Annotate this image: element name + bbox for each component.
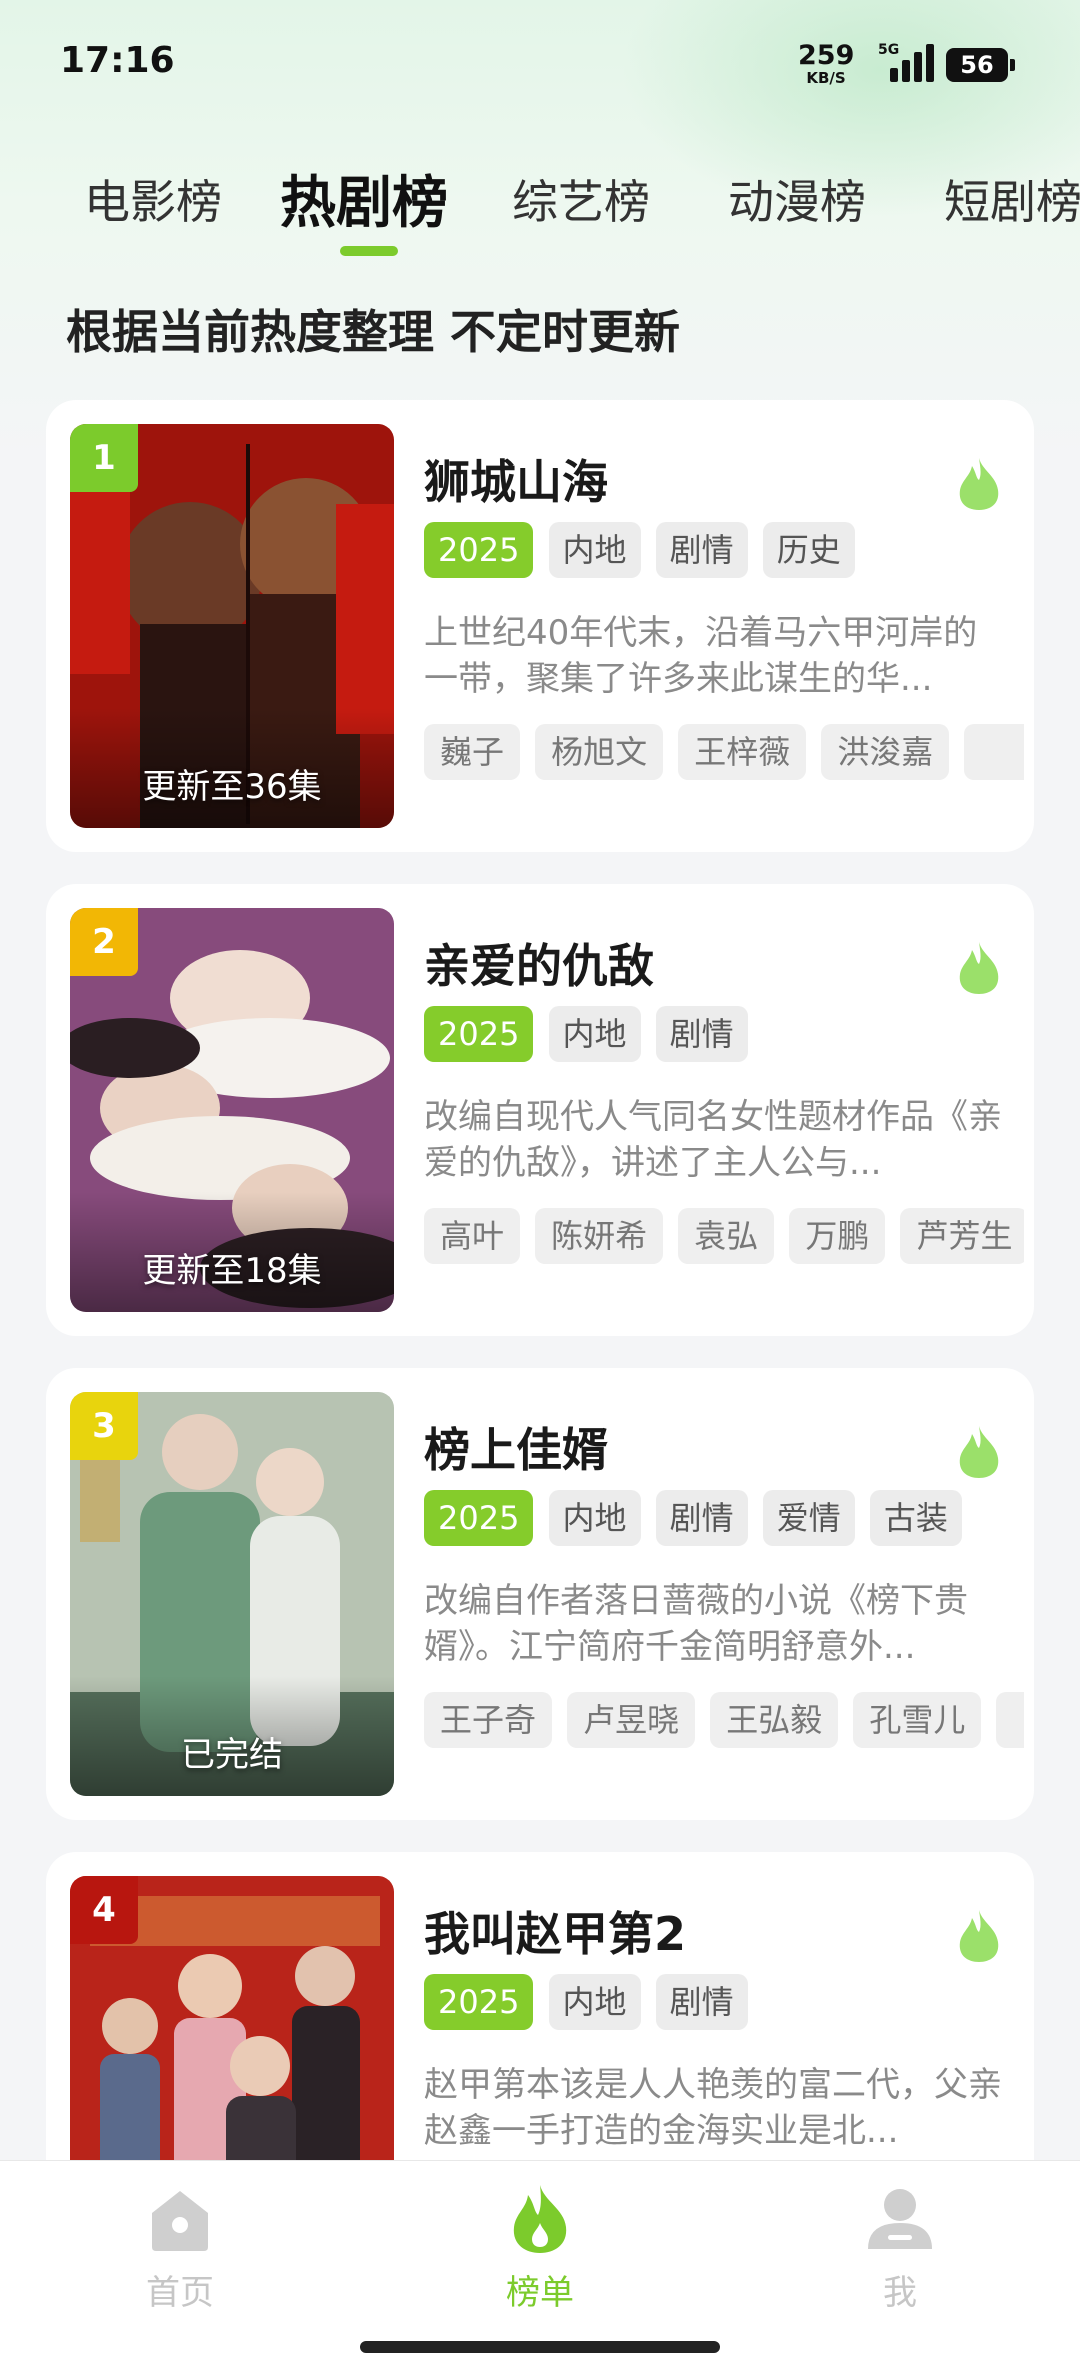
cast-member: 万鹏 — [789, 1208, 886, 1264]
genre-tag: 爱情 — [762, 1490, 855, 1546]
network-speed-value: 259 — [798, 40, 855, 71]
region-tag: 内地 — [548, 522, 641, 578]
cast-member: 孔雪儿 — [853, 1692, 982, 1748]
cast-member: 王子奇 — [424, 1692, 553, 1748]
cast-member: 杨旭文 — [535, 724, 664, 780]
genre-tag: 剧情 — [655, 522, 748, 578]
cast-member — [996, 1692, 1024, 1748]
drama-description: 上世纪40年代末，沿着马六甲河岸的一带，聚集了许多来此谋生的华... — [424, 613, 978, 699]
cast-member — [964, 724, 1024, 780]
nav-profile-label: 我 — [883, 2273, 917, 2313]
nav-rankings[interactable]: 榜单 — [450, 2183, 630, 2314]
region-tag: 内地 — [548, 1974, 641, 2030]
rank-badge: 2 — [70, 908, 138, 976]
nav-home[interactable]: 首页 — [90, 2183, 270, 2314]
cast-member: 卢昱晓 — [567, 1692, 696, 1748]
region-tag: 内地 — [548, 1006, 641, 1062]
drama-title[interactable]: 我叫赵甲第2 — [424, 1898, 686, 1964]
cast-member: 巍子 — [424, 724, 521, 780]
genre-tag: 历史 — [762, 522, 855, 578]
tab-movies[interactable]: 电影榜 — [84, 166, 222, 232]
cast-list: 巍子 杨旭文 王梓薇 洪浚嘉 — [424, 724, 1024, 780]
cast-member: 高叶 — [424, 1208, 521, 1264]
status-time: 17:16 — [60, 40, 175, 81]
year-tag: 2025 — [424, 1974, 534, 2030]
cast-member: 洪浚嘉 — [821, 724, 950, 780]
flame-icon — [959, 1426, 999, 1478]
user-icon — [868, 2189, 932, 2249]
ranking-card[interactable]: 3 已完结 榜上佳婿 2025 内地 剧情 爱情 古装 改编自作者落日蔷薇的小说… — [46, 1368, 1034, 1820]
episode-status: 已完结 — [181, 1735, 283, 1775]
network-type: 5G — [878, 42, 900, 58]
tab-short-drama[interactable]: 短剧榜 — [944, 166, 1080, 232]
network-speed-unit: KB/S — [806, 69, 846, 87]
tab-drama[interactable]: 热剧榜 — [280, 158, 448, 239]
year-tag: 2025 — [424, 1490, 534, 1546]
home-icon — [152, 2191, 208, 2251]
episode-status: 更新至36集 — [142, 767, 322, 807]
tag-list: 2025 内地 剧情 爱情 古装 — [424, 1490, 972, 1546]
status-bar: 17:16 259 KB/S 5G 56 — [0, 0, 1080, 124]
region-tag: 内地 — [548, 1490, 641, 1546]
genre-tag: 剧情 — [655, 1006, 748, 1062]
genre-tag: 剧情 — [655, 1490, 748, 1546]
poster-image[interactable]: 3 已完结 — [70, 1392, 394, 1796]
home-indicator[interactable] — [360, 2341, 720, 2353]
drama-description: 赵甲第本该是人人艳羡的富二代，父亲赵鑫一手打造的金海实业是北... — [424, 2065, 1002, 2151]
flame-icon — [959, 1910, 999, 1962]
cast-member: 芦芳生 — [900, 1208, 1024, 1264]
battery-level: 56 — [960, 51, 994, 79]
rank-badge: 1 — [70, 424, 138, 492]
tag-list: 2025 内地 剧情 — [424, 1006, 758, 1062]
cast-member: 袁弘 — [678, 1208, 775, 1264]
cast-list: 王子奇 卢昱晓 王弘毅 孔雪儿 — [424, 1692, 1024, 1748]
ranking-subtitle: 根据当前热度整理 不定时更新 — [66, 305, 681, 359]
flame-icon — [959, 458, 999, 510]
battery-icon: 56 — [946, 48, 1015, 82]
cast-member: 王梓薇 — [678, 724, 807, 780]
year-tag: 2025 — [424, 1006, 534, 1062]
flame-icon — [513, 2185, 567, 2253]
ranking-tabs: 电影榜 热剧榜 综艺榜 动漫榜 短剧榜 — [0, 150, 1080, 260]
rank-badge: 4 — [70, 1876, 138, 1944]
nav-rankings-label: 榜单 — [506, 2273, 574, 2313]
nav-profile[interactable]: 我 — [810, 2183, 990, 2314]
network-speed: 259 KB/S — [798, 42, 854, 86]
tag-list: 2025 内地 剧情 — [424, 1974, 758, 2030]
tab-variety[interactable]: 综艺榜 — [512, 166, 650, 232]
drama-title[interactable]: 狮城山海 — [424, 446, 608, 512]
rank-badge: 3 — [70, 1392, 138, 1460]
cellular-signal-icon: 5G — [876, 42, 934, 82]
flame-icon — [959, 942, 999, 994]
drama-description: 改编自作者落日蔷薇的小说《榜下贵婿》。江宁简府千金简明舒意外... — [424, 1581, 968, 1667]
ranking-card[interactable]: 2 更新至18集 亲爱的仇敌 2025 内地 剧情 改编自现代人气同名女性题材作… — [46, 884, 1034, 1336]
genre-tag: 剧情 — [655, 1974, 748, 2030]
year-tag: 2025 — [424, 522, 534, 578]
drama-description: 改编自现代人气同名女性题材作品《亲爱的仇敌》，讲述了主人公与... — [424, 1097, 1002, 1183]
nav-home-label: 首页 — [146, 2273, 214, 2313]
cast-member: 陈妍希 — [535, 1208, 664, 1264]
cast-member: 王弘毅 — [710, 1692, 839, 1748]
drama-title[interactable]: 榜上佳婿 — [424, 1414, 608, 1480]
active-tab-indicator — [340, 246, 398, 256]
cast-list: 高叶 陈妍希 袁弘 万鹏 芦芳生 — [424, 1208, 1024, 1264]
poster-image[interactable]: 2 更新至18集 — [70, 908, 394, 1312]
genre-tag: 古装 — [869, 1490, 962, 1546]
ranking-card[interactable]: 1 更新至36集 狮城山海 2025 内地 剧情 历史 上世纪40年代末，沿着马… — [46, 400, 1034, 852]
drama-title[interactable]: 亲爱的仇敌 — [424, 930, 654, 996]
poster-image[interactable]: 1 更新至36集 — [70, 424, 394, 828]
tab-anime[interactable]: 动漫榜 — [728, 166, 866, 232]
tag-list: 2025 内地 剧情 历史 — [424, 522, 865, 578]
episode-status: 更新至18集 — [142, 1251, 322, 1291]
